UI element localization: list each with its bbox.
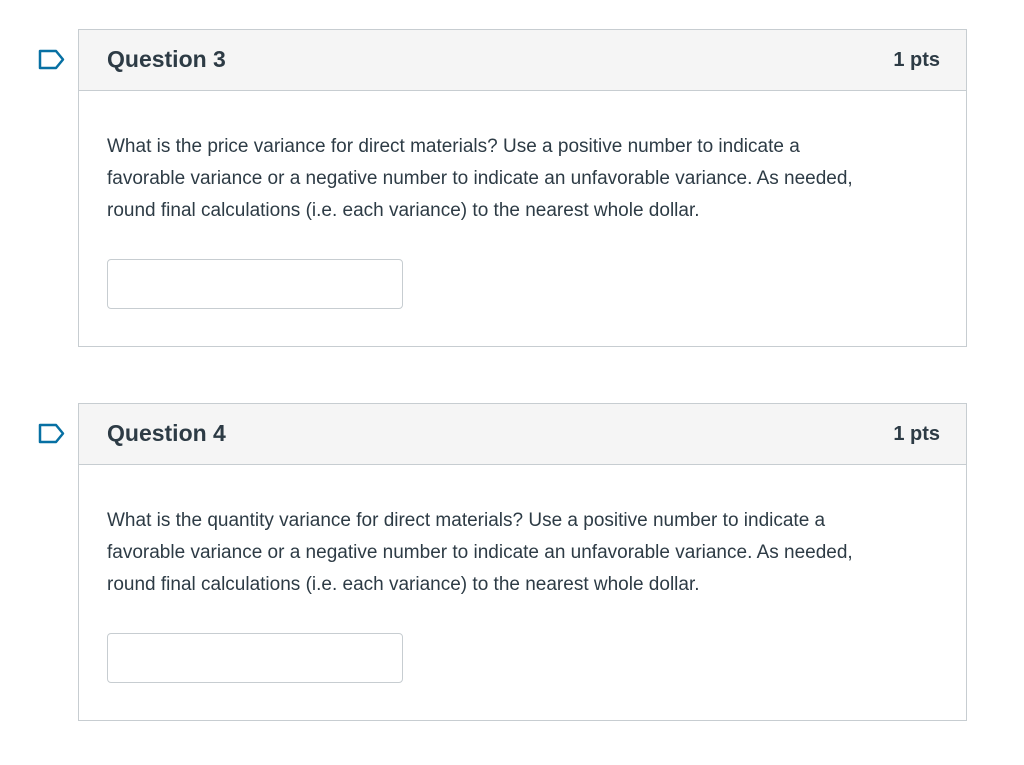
question-header: Question 3 1 pts [79,30,966,91]
question-text: What is the price variance for direct ma… [107,136,853,221]
question-card: Question 4 1 pts What is the quantity va… [78,403,967,721]
quiz-page: Question 3 1 pts What is the price varia… [0,0,1024,765]
question-card: Question 3 1 pts What is the price varia… [78,29,967,347]
answer-input[interactable] [107,259,403,309]
question-points: 1 pts [893,49,940,71]
question-title: Question 3 [107,46,226,72]
question-title: Question 4 [107,420,226,446]
question-body: What is the quantity variance for direct… [79,465,966,683]
flag-question-icon[interactable] [38,422,66,446]
flag-question-icon[interactable] [38,48,66,72]
question-points: 1 pts [893,423,940,445]
question-body: What is the price variance for direct ma… [79,91,966,309]
answer-input[interactable] [107,633,403,683]
question-header: Question 4 1 pts [79,404,966,465]
question-text: What is the quantity variance for direct… [107,510,853,595]
